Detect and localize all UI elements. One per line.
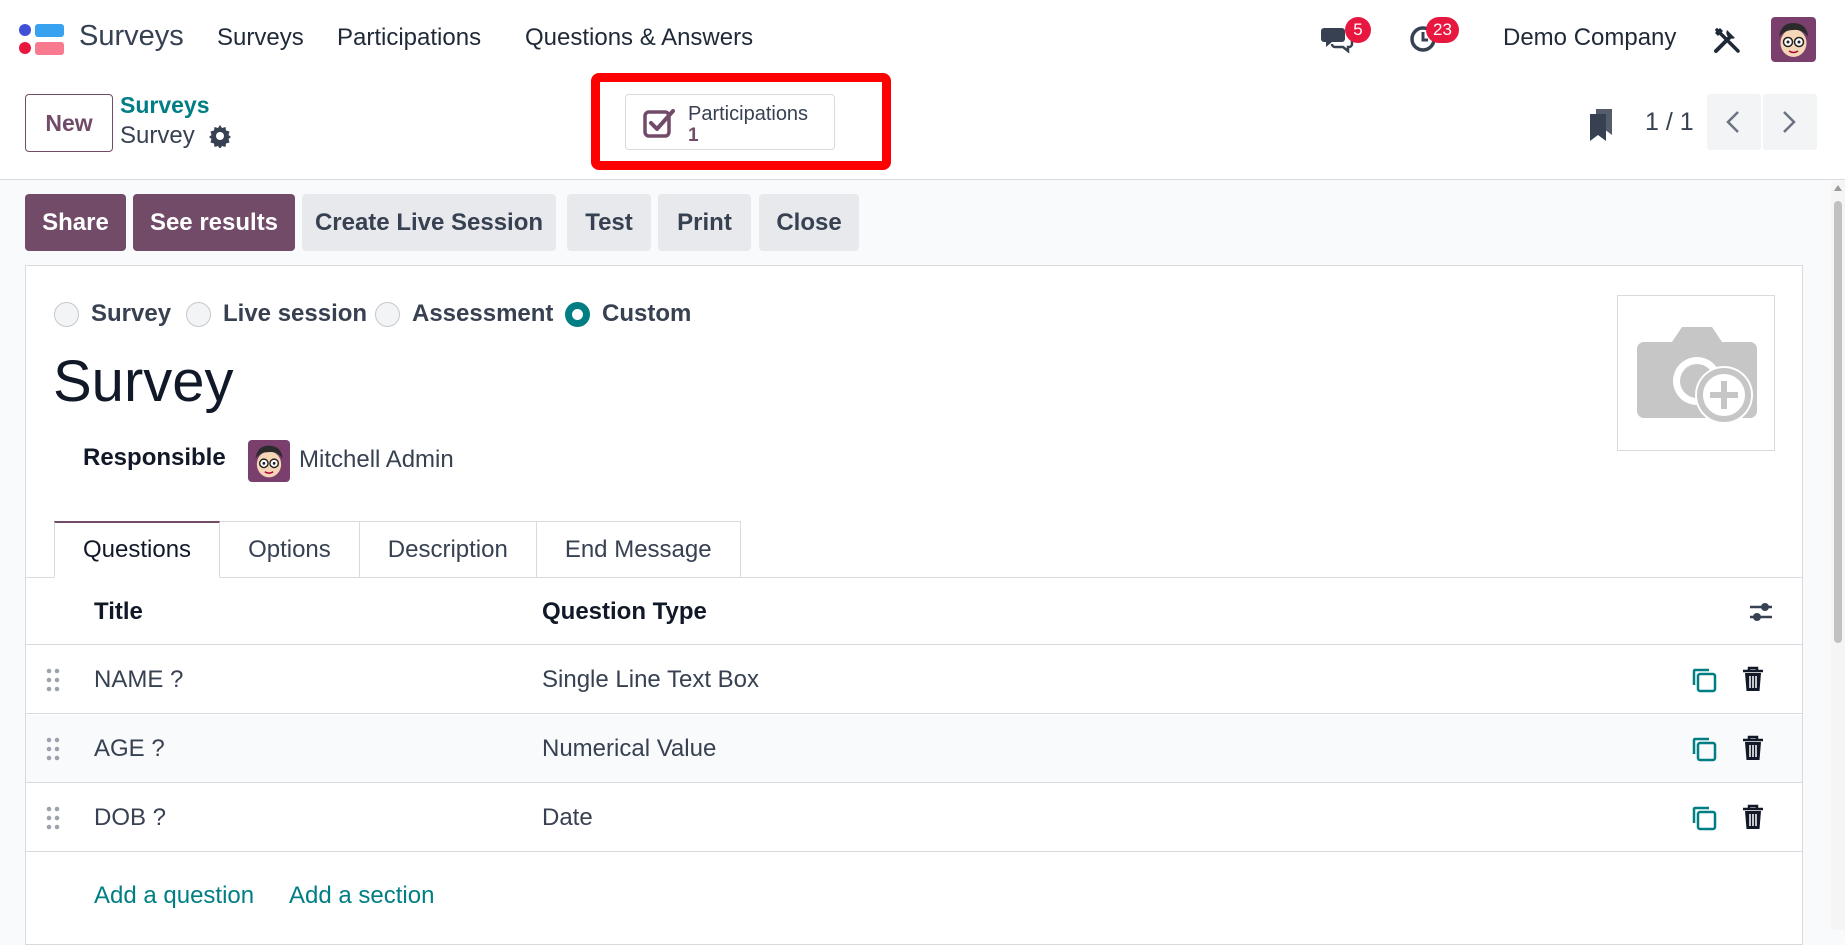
pager-previous-button[interactable] <box>1707 94 1761 150</box>
survey-image-upload[interactable] <box>1617 295 1775 451</box>
responsible-label: Responsible <box>83 444 226 471</box>
copy-icon[interactable] <box>1691 805 1717 831</box>
scroll-up-arrow[interactable] <box>1834 185 1842 191</box>
breadcrumb-surveys[interactable]: Surveys <box>120 92 210 119</box>
radio-circle-checked[interactable] <box>565 301 590 327</box>
cell-question-type[interactable]: Single Line Text Box <box>542 666 759 694</box>
cell-title[interactable]: NAME ? <box>94 666 183 694</box>
table-row[interactable]: AGE ? Numerical Value <box>26 715 1802 783</box>
copy-icon[interactable] <box>1691 736 1717 762</box>
chevron-left-icon <box>1726 111 1739 133</box>
cell-title[interactable]: DOB ? <box>94 804 166 832</box>
debug-tools-icon[interactable] <box>1713 26 1741 54</box>
survey-title-field[interactable]: Survey <box>53 348 234 415</box>
radio-circle[interactable] <box>54 301 79 327</box>
surveys-app-icon[interactable] <box>18 22 66 58</box>
close-button[interactable]: Close <box>759 194 859 251</box>
user-avatar[interactable] <box>1771 17 1816 62</box>
add-question-link[interactable]: Add a question <box>94 882 254 910</box>
app-name[interactable]: Surveys <box>79 20 184 53</box>
breadcrumb-current: Survey <box>120 122 195 149</box>
responsible-avatar[interactable] <box>248 440 290 482</box>
table-row[interactable]: DOB ? Date <box>26 784 1802 852</box>
drag-handle-icon[interactable] <box>46 668 60 692</box>
activities-badge: 23 <box>1426 17 1459 43</box>
trash-icon[interactable] <box>1742 666 1764 692</box>
trash-icon[interactable] <box>1742 735 1764 761</box>
bookmarks-icon[interactable] <box>1588 108 1614 142</box>
radio-custom[interactable]: Custom <box>565 300 691 328</box>
column-question-type[interactable]: Question Type <box>542 598 707 626</box>
camera-add-icon <box>1637 327 1757 424</box>
trash-icon[interactable] <box>1742 804 1764 830</box>
tab-end-message[interactable]: End Message <box>535 521 741 578</box>
see-results-button[interactable]: See results <box>133 194 295 251</box>
participations-stat-button[interactable]: Participations 1 <box>625 94 835 150</box>
menu-questions-answers[interactable]: Questions & Answers <box>525 24 753 52</box>
pager-next-button[interactable] <box>1763 94 1817 150</box>
table-header: Title Question Type <box>26 578 1802 645</box>
pager-value[interactable]: 1 / 1 <box>1645 108 1694 137</box>
copy-icon[interactable] <box>1691 667 1717 693</box>
radio-survey[interactable]: Survey <box>54 300 171 328</box>
messages-badge: 5 <box>1345 17 1371 43</box>
form-sheet: Survey Live session Assessment Custom Su… <box>25 265 1803 945</box>
user-avatar-icon <box>1771 17 1816 62</box>
control-panel <box>0 80 1845 180</box>
radio-live-session[interactable]: Live session <box>186 300 367 328</box>
menu-surveys[interactable]: Surveys <box>217 24 304 52</box>
scroll-thumb[interactable] <box>1834 201 1842 643</box>
add-section-link[interactable]: Add a section <box>289 882 434 910</box>
cell-question-type[interactable]: Date <box>542 804 593 832</box>
tab-questions[interactable]: Questions <box>54 521 221 578</box>
new-button[interactable]: New <box>25 94 113 152</box>
gear-icon[interactable] <box>208 124 232 148</box>
top-navbar: Surveys Surveys Participations Questions… <box>0 0 1845 80</box>
drag-handle-icon[interactable] <box>46 806 60 830</box>
responsible-field[interactable]: Mitchell Admin <box>299 446 454 474</box>
tab-description[interactable]: Description <box>358 521 537 578</box>
print-button[interactable]: Print <box>658 194 751 251</box>
stat-label: Participations <box>688 103 809 125</box>
user-avatar-icon <box>248 440 290 482</box>
radio-assessment[interactable]: Assessment <box>375 300 553 328</box>
radio-label: Survey <box>91 300 172 327</box>
test-button[interactable]: Test <box>567 194 651 251</box>
share-button[interactable]: Share <box>25 194 126 251</box>
radio-circle[interactable] <box>186 301 211 327</box>
optional-columns-icon[interactable] <box>1748 599 1774 625</box>
radio-label: Live session <box>223 300 368 327</box>
table-row[interactable]: NAME ? Single Line Text Box <box>26 646 1802 714</box>
cell-title[interactable]: AGE ? <box>94 735 165 763</box>
tab-options[interactable]: Options <box>219 521 360 578</box>
chevron-right-icon <box>1783 111 1796 133</box>
create-live-session-button[interactable]: Create Live Session <box>302 194 556 251</box>
column-title[interactable]: Title <box>94 598 143 626</box>
checkbox-checked-icon <box>643 109 675 138</box>
radio-label: Assessment <box>412 300 554 327</box>
vertical-scrollbar[interactable] <box>1831 181 1845 930</box>
menu-participations[interactable]: Participations <box>337 24 481 52</box>
radio-label: Custom <box>602 300 692 327</box>
radio-circle[interactable] <box>375 301 400 327</box>
company-switcher[interactable]: Demo Company <box>1503 24 1676 52</box>
notebook-tabs: Questions Options Description End Messag… <box>54 521 741 578</box>
cell-question-type[interactable]: Numerical Value <box>542 735 716 763</box>
stat-value: 1 <box>688 125 699 146</box>
drag-handle-icon[interactable] <box>46 737 60 761</box>
